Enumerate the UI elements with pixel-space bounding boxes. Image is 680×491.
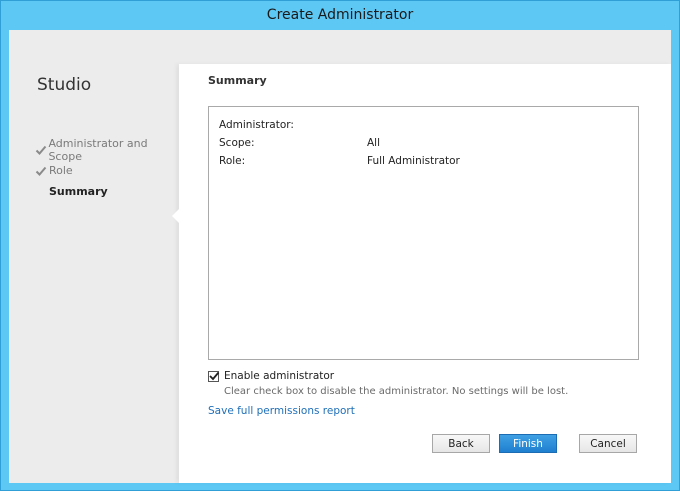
section-title: Summary xyxy=(208,74,267,87)
wizard-body: Studio Administrator and Scope Role Summ… xyxy=(9,30,671,483)
summary-row-scope: Scope: All xyxy=(219,137,380,149)
summary-row-role: Role: Full Administrator xyxy=(219,155,460,167)
summary-key: Scope: xyxy=(219,137,255,149)
wizard-steps: Administrator and Scope Role Summary xyxy=(35,136,179,202)
summary-key: Role: xyxy=(219,155,246,167)
enable-administrator-option[interactable]: Enable administrator xyxy=(208,370,334,382)
wizard-main-panel: Summary Administrator: Scope: All Role: … xyxy=(172,64,671,483)
window-title: Create Administrator xyxy=(266,7,414,23)
step-summary: Summary xyxy=(35,181,179,202)
wizard-sidebar: Studio Administrator and Scope Role Summ… xyxy=(9,30,179,483)
product-title: Studio xyxy=(37,75,92,95)
step-label: Role xyxy=(49,164,73,177)
current-step-pointer xyxy=(172,209,179,223)
step-label: Administrator and Scope xyxy=(48,136,148,163)
checkmark-icon xyxy=(35,144,47,156)
enable-administrator-label[interactable]: Enable administrator xyxy=(224,370,334,382)
finish-button[interactable]: Finish xyxy=(499,434,557,453)
summary-key: Administrator: xyxy=(219,119,294,131)
step-label: Summary xyxy=(49,185,108,198)
summary-box: Administrator: Scope: All Role: Full Adm… xyxy=(208,106,639,360)
checkbox-checked-icon xyxy=(209,371,220,380)
step-administrator-and-scope[interactable]: Administrator and Scope xyxy=(35,136,179,163)
cancel-button[interactable]: Cancel xyxy=(579,434,637,453)
enable-administrator-checkbox[interactable] xyxy=(208,370,220,382)
summary-row-administrator: Administrator: xyxy=(219,119,294,131)
step-role[interactable]: Role xyxy=(35,160,179,181)
create-administrator-window: Create Administrator Studio Administrato… xyxy=(0,0,680,491)
enable-administrator-help: Clear check box to disable the administr… xyxy=(224,386,569,397)
save-permissions-report-link[interactable]: Save full permissions report xyxy=(208,405,355,417)
checkmark-icon xyxy=(35,165,48,177)
back-button[interactable]: Back xyxy=(432,434,490,453)
wizard-client-area: Studio Administrator and Scope Role Summ… xyxy=(9,30,671,483)
summary-value: All xyxy=(367,137,381,149)
summary-value: Full Administrator xyxy=(367,155,460,167)
